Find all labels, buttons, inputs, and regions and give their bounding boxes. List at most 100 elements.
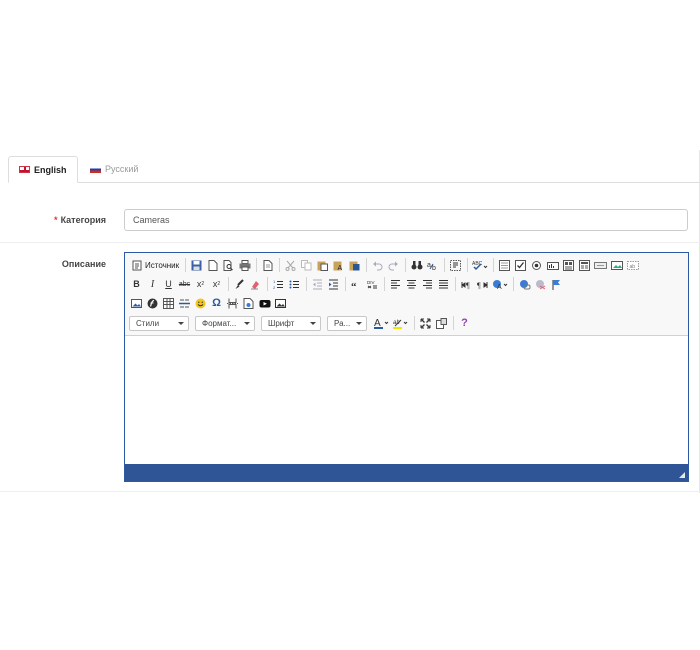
font-dropdown[interactable]: Шрифт — [261, 315, 321, 331]
toolbar-separator — [455, 277, 456, 291]
rtl-button[interactable]: ¶ — [475, 277, 490, 292]
subscript-button[interactable]: x2 — [193, 277, 208, 292]
svg-text:1: 1 — [273, 279, 276, 284]
background-color-button[interactable]: ab — [392, 316, 410, 331]
help-button[interactable]: ? — [457, 316, 472, 331]
remove-format-button[interactable] — [248, 277, 263, 292]
flash-icon — [147, 298, 158, 308]
radio-button[interactable] — [529, 258, 544, 273]
image-icon — [131, 298, 142, 308]
div-icon: DIV — [367, 280, 377, 288]
copy-button[interactable] — [299, 258, 314, 273]
toolbar-separator — [513, 277, 514, 291]
youtube-button[interactable] — [257, 296, 272, 311]
page-break-button[interactable] — [225, 296, 240, 311]
save-button[interactable] — [189, 258, 204, 273]
resize-handle-icon[interactable] — [679, 472, 685, 478]
preview-button[interactable] — [221, 258, 236, 273]
description-label: Описание — [61, 259, 106, 269]
bold-button[interactable]: B — [129, 277, 144, 292]
form-button[interactable] — [497, 258, 512, 273]
new-page-button[interactable] — [205, 258, 220, 273]
image-manager-button[interactable] — [273, 296, 288, 311]
align-right-button[interactable] — [420, 277, 435, 292]
language-button[interactable]: A — [491, 277, 509, 292]
text-color-button[interactable]: A — [373, 316, 391, 331]
flag-icon — [552, 279, 560, 290]
paste-button[interactable] — [315, 258, 330, 273]
table-icon — [163, 297, 174, 309]
paste-text-button[interactable]: A — [331, 258, 346, 273]
chevron-down-icon — [356, 321, 362, 325]
link-button[interactable] — [517, 277, 532, 292]
image-button-field[interactable] — [609, 258, 624, 273]
hidden-field-button[interactable]: ab — [625, 258, 640, 273]
special-char-button[interactable]: Ω — [209, 296, 224, 311]
checkbox-button[interactable] — [513, 258, 528, 273]
underline-button[interactable]: U — [161, 277, 176, 292]
redo-button[interactable] — [386, 258, 401, 273]
svg-text:A: A — [338, 265, 343, 271]
bulleted-list-button[interactable] — [287, 277, 302, 292]
select-button[interactable] — [577, 258, 592, 273]
save-icon — [191, 260, 202, 270]
find-button[interactable] — [409, 258, 424, 273]
anchor-button[interactable] — [549, 277, 564, 292]
horizontal-rule-icon — [179, 299, 190, 307]
styles-dropdown[interactable]: Стили — [129, 315, 189, 331]
tab-russian[interactable]: Русский — [80, 156, 148, 182]
category-label-text: Категория — [60, 215, 106, 225]
ltr-button[interactable]: ¶ — [459, 277, 474, 292]
new-page-icon — [208, 259, 218, 271]
iframe-button[interactable] — [241, 296, 256, 311]
blockquote-button[interactable]: “ — [349, 277, 364, 292]
image-button[interactable] — [129, 296, 144, 311]
svg-text:ab: ab — [629, 264, 635, 270]
cut-button[interactable] — [283, 258, 298, 273]
unlink-button[interactable] — [533, 277, 548, 292]
smiley-button[interactable] — [193, 296, 208, 311]
superscript-button[interactable]: x2 — [209, 277, 224, 292]
align-center-button[interactable] — [404, 277, 419, 292]
numbered-list-button[interactable]: 12 — [271, 277, 286, 292]
undo-button[interactable] — [370, 258, 385, 273]
maximize-button[interactable] — [418, 316, 433, 331]
source-button[interactable]: Источник — [129, 258, 182, 273]
tab-english-label: English — [34, 164, 67, 175]
flash-button[interactable] — [145, 296, 160, 311]
show-blocks-button[interactable] — [434, 316, 449, 331]
format-dropdown[interactable]: Формат... — [195, 315, 255, 331]
spellcheck-button[interactable]: ABC — [471, 258, 489, 273]
select-all-button[interactable] — [448, 258, 463, 273]
indent-button[interactable] — [326, 277, 341, 292]
align-center-icon — [407, 279, 416, 288]
button-field-button[interactable] — [593, 258, 608, 273]
div-container-button[interactable]: DIV — [365, 277, 380, 292]
align-justify-button[interactable] — [436, 277, 451, 292]
replace-icon: ab — [427, 262, 436, 271]
ru-flag-icon — [90, 165, 101, 173]
copy-formatting-button[interactable] — [232, 277, 247, 292]
italic-button[interactable]: I — [145, 277, 160, 292]
category-label: * Категория — [54, 215, 106, 225]
textarea-icon — [563, 259, 575, 271]
replace-button[interactable]: ab — [425, 258, 440, 273]
smiley-icon — [195, 298, 206, 308]
uk-flag-icon — [19, 166, 30, 173]
textarea-button[interactable] — [561, 258, 576, 273]
horizontal-rule-button[interactable] — [177, 296, 192, 311]
textfield-button[interactable] — [545, 258, 560, 273]
paste-word-button[interactable] — [347, 258, 362, 273]
print-button[interactable] — [237, 258, 252, 273]
select-icon — [579, 259, 591, 271]
text-color-icon: A — [374, 318, 389, 329]
templates-button[interactable] — [260, 258, 275, 273]
table-button[interactable] — [161, 296, 176, 311]
align-left-button[interactable] — [388, 277, 403, 292]
strikethrough-button[interactable]: abc — [177, 277, 192, 292]
tab-english[interactable]: English — [8, 156, 78, 183]
category-input[interactable]: Cameras — [124, 209, 688, 231]
size-dropdown[interactable]: Ра... — [327, 315, 367, 331]
outdent-button[interactable] — [310, 277, 325, 292]
editor-content-area[interactable] — [125, 335, 688, 465]
